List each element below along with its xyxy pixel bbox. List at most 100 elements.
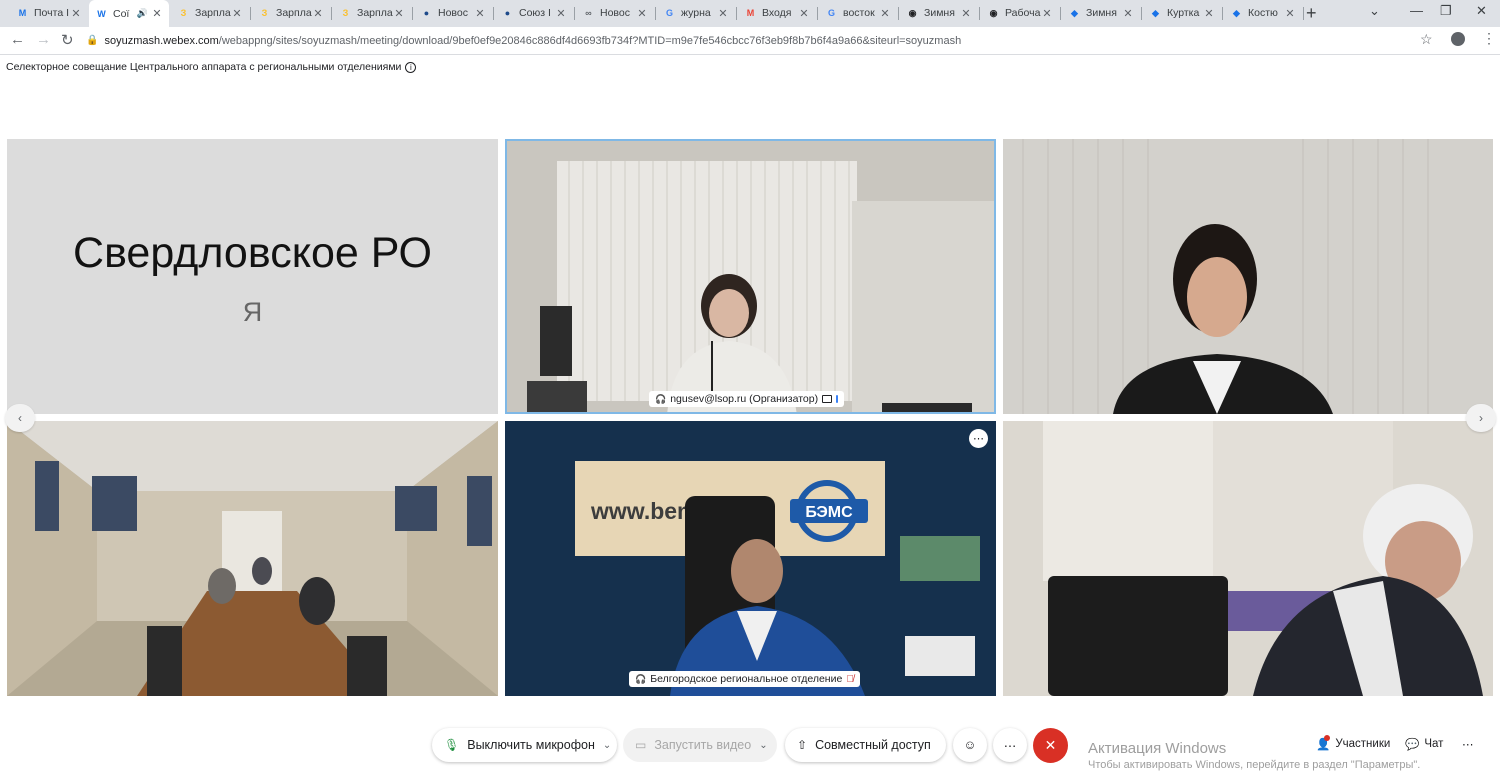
reactions-button[interactable]: ☺	[953, 728, 987, 762]
close-tab-icon[interactable]: ✕	[70, 7, 82, 20]
share-content-button[interactable]: ⇧ Совместный доступ	[785, 728, 946, 762]
tab-title: Новос	[438, 7, 468, 19]
next-page-arrow-icon[interactable]: ›	[1466, 404, 1496, 432]
browser-tab[interactable]: З Зарпла ✕	[171, 2, 249, 24]
tab-separator	[655, 7, 656, 20]
bems-logo-text: БЭМС	[805, 504, 853, 521]
minimize-icon[interactable]: —	[1410, 3, 1423, 18]
tab-search-icon[interactable]: ⌄	[1369, 3, 1380, 19]
browser-tab[interactable]: ◉ Зимня ✕	[900, 2, 978, 24]
participant-video-tile[interactable]	[1003, 421, 1493, 696]
close-tab-icon[interactable]: ✕	[474, 7, 486, 20]
video-label: Запустить видео	[654, 738, 752, 752]
microphone-icon: 🎙	[444, 738, 460, 752]
share-screen-icon: ⇧	[797, 738, 808, 752]
tab-separator	[817, 7, 818, 20]
address-bar[interactable]: 🔒 soyuzmash.webex.com/webappng/sites/soy…	[86, 29, 1446, 52]
close-tab-icon[interactable]: ✕	[879, 7, 891, 20]
close-window-icon[interactable]: ✕	[1476, 3, 1487, 19]
close-tab-icon[interactable]: ✕	[1203, 7, 1215, 20]
browser-tab[interactable]: Gжурна ✕	[657, 2, 735, 24]
meeting-title: Селекторное совещание Центрального аппар…	[6, 61, 417, 73]
tile-more-options-icon[interactable]: ⋯	[969, 429, 988, 448]
browser-tab[interactable]: ◆ Куртка ✕	[1143, 2, 1221, 24]
tab-title: восток	[843, 7, 875, 19]
participants-button[interactable]: 👤 Участники	[1309, 728, 1398, 760]
browser-tab[interactable]: M Почта I ✕	[10, 2, 88, 24]
info-icon[interactable]: i	[405, 61, 417, 73]
close-tab-icon[interactable]: ✕	[636, 7, 648, 20]
new-tab-plus-icon[interactable]: +	[1306, 3, 1317, 24]
close-tab-icon[interactable]: ✕	[1284, 7, 1296, 20]
chevron-down-icon[interactable]: ⌄	[603, 740, 611, 751]
yandex-zen-icon: З	[180, 8, 187, 18]
browser-menu-icon[interactable]: ⋮	[1482, 30, 1496, 47]
close-tab-icon[interactable]: ✕	[1122, 7, 1134, 20]
browser-tab[interactable]: W Сої 🔊 ✕	[89, 0, 169, 27]
close-tab-icon[interactable]: ✕	[717, 7, 729, 20]
tab-title: Костю	[1248, 7, 1278, 19]
tab-title: Новос	[600, 7, 630, 19]
close-tab-icon[interactable]: ✕	[798, 7, 810, 20]
participant-video-tile[interactable]	[1003, 139, 1493, 414]
browser-tab[interactable]: З Зарпла ✕	[333, 2, 411, 24]
browser-tab[interactable]: ● Новос ✕	[414, 2, 492, 24]
close-tab-icon[interactable]: ✕	[151, 7, 163, 20]
browser-tab[interactable]: ∞ Новос ✕	[576, 2, 654, 24]
tab-title: Рабоча	[1005, 7, 1041, 19]
previous-page-arrow-icon[interactable]: ‹	[5, 404, 35, 432]
self-indicator: Я	[242, 297, 263, 327]
participant-name: ngusev@lsop.ru (Организатор)	[670, 393, 819, 405]
self-video-tile[interactable]: Свердловское РО Я	[7, 139, 498, 414]
chat-button[interactable]: 💬 Чат	[1398, 728, 1451, 760]
browser-tab[interactable]: ◉ Рабоча ✕	[981, 2, 1059, 24]
diamond-icon: ◆	[1152, 7, 1159, 18]
bookmark-star-icon[interactable]: ☆	[1420, 31, 1433, 48]
start-video-button[interactable]: ▭ Запустить видео ⌄	[623, 728, 777, 762]
meeting-title-text: Селекторное совещание Центрального аппар…	[6, 61, 402, 73]
lock-icon: 🔒	[86, 35, 99, 46]
browser-tab[interactable]: M Входя ✕	[738, 2, 816, 24]
browser-tab[interactable]: ● Союз I ✕	[495, 2, 573, 24]
tab-title: Куртка	[1167, 7, 1200, 19]
mute-microphone-button[interactable]: 🎙 Выключить микрофон ⌄	[432, 728, 617, 762]
mail-icon: M	[18, 8, 27, 18]
participant-name: Белгородское региональное отделение	[650, 673, 843, 685]
close-tab-icon[interactable]: ✕	[555, 7, 567, 20]
back-arrow-icon[interactable]: ←	[10, 31, 25, 48]
yandex-zen-icon: З	[261, 8, 268, 18]
tab-separator	[736, 7, 737, 20]
browser-tab[interactable]: ◆ Костю ✕	[1224, 2, 1302, 24]
close-tab-icon[interactable]: ✕	[1041, 7, 1053, 20]
close-tab-icon[interactable]: ✕	[312, 7, 324, 20]
profile-avatar-icon[interactable]	[1451, 32, 1465, 46]
close-x-icon: ✕	[1044, 737, 1057, 753]
audio-level-icon	[836, 395, 839, 403]
leave-meeting-button[interactable]: ✕	[1033, 728, 1068, 763]
belgorod-video-tile[interactable]: www.bems887 БЭМС ⋯ 🎧 Белгородское регион…	[505, 421, 996, 696]
link-icon: ∞	[585, 8, 592, 18]
panel-more-button[interactable]: ⋯	[1455, 728, 1481, 760]
participant-video-tile[interactable]	[7, 421, 498, 696]
windows-activation-text: Чтобы активировать Windows, перейдите в …	[1088, 759, 1421, 771]
speaker-audio-icon[interactable]: 🔊	[137, 8, 148, 19]
more-options-button[interactable]: ⋯	[993, 728, 1027, 762]
forward-arrow-icon[interactable]: →	[36, 31, 51, 48]
browser-tab[interactable]: ◆ Зимня ✕	[1062, 2, 1140, 24]
tab-separator	[250, 7, 251, 20]
host-video-tile[interactable]: 🎧 ngusev@lsop.ru (Организатор)	[505, 139, 996, 414]
close-tab-icon[interactable]: ✕	[231, 7, 243, 20]
reload-icon[interactable]: ↻	[61, 31, 74, 49]
browser-tab[interactable]: Gвосток ✕	[819, 2, 897, 24]
tab-title: Почта I	[34, 7, 69, 19]
tab-title: Зарпла	[276, 7, 312, 19]
diamond-icon: ◆	[1071, 7, 1078, 18]
browser-tab[interactable]: З Зарпла ✕	[252, 2, 330, 24]
tab-title: Зарпла	[357, 7, 393, 19]
restore-icon[interactable]: ❐	[1440, 3, 1452, 19]
google-icon: G	[827, 8, 835, 18]
close-tab-icon[interactable]: ✕	[393, 7, 405, 20]
close-tab-icon[interactable]: ✕	[960, 7, 972, 20]
chat-label: Чат	[1424, 738, 1444, 750]
chevron-down-icon[interactable]: ⌄	[759, 740, 767, 751]
